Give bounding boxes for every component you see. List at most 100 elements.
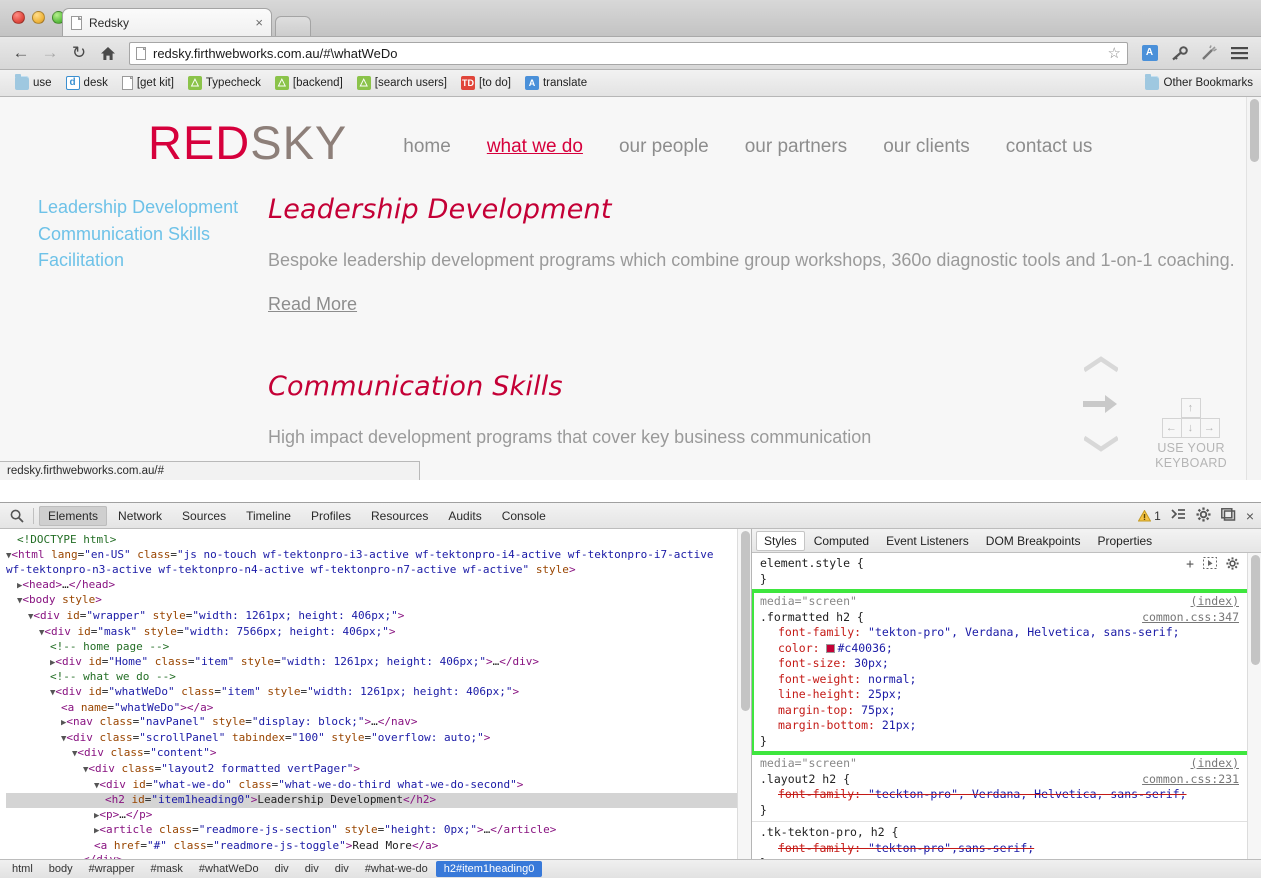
css-declaration[interactable]: margin-top: 75px; (760, 703, 1253, 719)
add-rule-icon[interactable]: + (1186, 557, 1194, 575)
nav-item-home[interactable]: home (403, 136, 451, 158)
sidenav-item-leadership-development[interactable]: Leadership Development (38, 194, 268, 221)
breadcrumb-item[interactable]: #whatWeDo (191, 861, 267, 877)
bookmark-use[interactable]: use (8, 74, 59, 90)
dom-node[interactable]: ▶<head>…</head> (6, 578, 751, 594)
rule-source-file[interactable]: common.css:347 (1142, 610, 1239, 626)
dom-node[interactable]: <a name="whatWeDo"></a> (6, 701, 751, 716)
wand-icon[interactable] (1196, 41, 1223, 65)
dom-node[interactable]: ▶<article class="readmore-js-section" st… (6, 823, 751, 839)
chevron-down-icon[interactable] (1084, 435, 1118, 453)
dom-node[interactable]: ▼<div id="mask" style="width: 7566px; he… (6, 625, 751, 641)
nav-item-our-people[interactable]: our people (619, 136, 709, 158)
breadcrumb-item[interactable]: html (4, 861, 41, 877)
css-rule[interactable]: media="screen" (index) .formatted h2 {comm… (752, 589, 1261, 755)
dom-node[interactable]: ▼<div class="content"> (6, 746, 751, 762)
breadcrumb-item[interactable]: #mask (143, 861, 191, 877)
dom-node[interactable]: ▼<div id="whatWeDo" class="item" style="… (6, 685, 751, 701)
key-icon[interactable] (1166, 41, 1193, 65)
new-tab-button[interactable] (275, 16, 311, 36)
other-bookmarks[interactable]: Other Bookmarks (1144, 74, 1253, 90)
dom-node[interactable]: <!DOCTYPE html> (6, 533, 751, 548)
site-logo[interactable]: REDSKY (148, 119, 347, 166)
rule-element-style[interactable]: element.style { } + (752, 553, 1261, 591)
css-declaration[interactable]: font-family: "teckton-pro", Verdana, Hel… (760, 787, 1253, 803)
nav-item-what-we-do[interactable]: what we do (487, 136, 583, 158)
dom-node[interactable]: ▼<div id="what-we-do" class="what-we-do-… (6, 778, 751, 794)
css-declaration[interactable]: font-size: 30px; (760, 656, 1253, 672)
close-window-button[interactable] (12, 11, 25, 24)
gear-icon[interactable] (1226, 557, 1239, 575)
dom-node[interactable]: ▼<div class="layout2 formatted vertPager… (6, 762, 751, 778)
nav-item-our-partners[interactable]: our partners (745, 136, 847, 158)
tab-profiles[interactable]: Profiles (302, 506, 360, 526)
forward-button[interactable]: → (37, 41, 63, 65)
bookmark-backend[interactable]: △ [backend] (268, 76, 350, 90)
css-rule[interactable]: media="screen" (index) .layout2 h2 {common… (752, 753, 1261, 822)
gear-icon[interactable] (1196, 506, 1211, 525)
dom-node-selected[interactable]: <h2 id="item1heading0">Leadership Develo… (6, 793, 751, 808)
breadcrumb-item[interactable]: h2#item1heading0 (435, 861, 543, 877)
page-scrollbar[interactable] (1246, 97, 1261, 480)
tab-properties[interactable]: Properties (1089, 531, 1160, 551)
bookmark-get-kit[interactable]: [get kit] (115, 76, 181, 90)
dom-node[interactable]: <!-- what we do --> (6, 670, 751, 685)
console-drawer-icon[interactable] (1171, 508, 1186, 523)
dom-tree[interactable]: <!DOCTYPE html> ▼<html lang="en-US" class… (0, 529, 751, 859)
back-button[interactable]: ← (8, 41, 34, 65)
css-declaration[interactable]: font-weight: normal; (760, 672, 1253, 688)
minimize-window-button[interactable] (32, 11, 45, 24)
address-bar[interactable]: redsky.firthwebworks.com.au/#\whatWeDo ☆ (129, 41, 1128, 65)
rule-source-file[interactable]: common.css:231 (1142, 772, 1239, 788)
warning-count[interactable]: 1 (1138, 509, 1161, 523)
rule-source-index[interactable]: (index) (1191, 756, 1239, 772)
breadcrumb-item[interactable]: div (267, 861, 297, 877)
menu-icon[interactable] (1226, 41, 1253, 65)
tab-resources[interactable]: Resources (362, 506, 437, 526)
element-state-icon[interactable] (1203, 557, 1217, 575)
window-controls[interactable] (12, 11, 65, 24)
close-icon[interactable]: × (1246, 508, 1254, 524)
close-icon[interactable]: × (249, 15, 263, 30)
css-declaration[interactable]: font-family: "tekton-pro", Verdana, Helv… (760, 625, 1253, 641)
dom-node[interactable]: ▼<body style> (6, 593, 751, 609)
dock-icon[interactable] (1220, 507, 1236, 524)
tab-network[interactable]: Network (109, 506, 171, 526)
dom-tree-scrollbar-thumb[interactable] (741, 531, 750, 711)
bookmark-star-icon[interactable]: ☆ (1108, 44, 1121, 62)
styles-scrollbar-thumb[interactable] (1251, 555, 1260, 665)
css-declaration[interactable]: margin-bottom: 21px; (760, 718, 1253, 734)
tab-dom-breakpoints[interactable]: DOM Breakpoints (978, 531, 1089, 551)
translate-icon[interactable]: A (1136, 41, 1163, 65)
nav-item-contact-us[interactable]: contact us (1006, 136, 1093, 158)
bookmark-translate[interactable]: A translate (518, 76, 594, 90)
css-declaration[interactable]: line-height: 25px; (760, 687, 1253, 703)
sidenav-item-facilitation[interactable]: Facilitation (38, 247, 268, 274)
dom-node[interactable]: <a href="#" class="readmore-js-toggle">R… (6, 839, 751, 854)
tab-timeline[interactable]: Timeline (237, 506, 300, 526)
dom-node[interactable]: ▶<div id="Home" class="item" style="widt… (6, 655, 751, 671)
breadcrumb-item[interactable]: #wrapper (81, 861, 143, 877)
browser-tab-redsky[interactable]: Redsky × (62, 8, 272, 36)
tab-console[interactable]: Console (493, 506, 555, 526)
home-button[interactable] (95, 41, 121, 65)
search-icon[interactable] (6, 509, 28, 523)
breadcrumb-item[interactable]: #what-we-do (357, 861, 436, 877)
tab-elements[interactable]: Elements (39, 505, 108, 526)
dom-node[interactable]: ▼<html lang="en-US" class="js no-touch w… (6, 548, 751, 578)
dom-node[interactable]: </div> (6, 853, 751, 859)
dom-node[interactable]: ▼<div id="wrapper" style="width: 1261px;… (6, 609, 751, 625)
dom-node[interactable]: ▶<p>…</p> (6, 808, 751, 824)
tab-computed[interactable]: Computed (806, 531, 877, 551)
arrow-right-icon[interactable] (1083, 393, 1119, 415)
dom-tree-scrollbar[interactable] (737, 529, 751, 859)
tab-styles[interactable]: Styles (756, 530, 805, 551)
bookmark-typecheck[interactable]: △ Typecheck (181, 76, 268, 90)
css-declaration[interactable]: color: #c40036; (760, 641, 1253, 657)
breadcrumb-item[interactable]: body (41, 861, 81, 877)
read-more-link[interactable]: Read More (268, 294, 357, 315)
breadcrumb-item[interactable]: div (327, 861, 357, 877)
dom-node[interactable]: ▶<nav class="navPanel" style="display: b… (6, 715, 751, 731)
tab-event-listeners[interactable]: Event Listeners (878, 531, 977, 551)
bookmark-search-users[interactable]: △ [search users] (350, 76, 454, 90)
